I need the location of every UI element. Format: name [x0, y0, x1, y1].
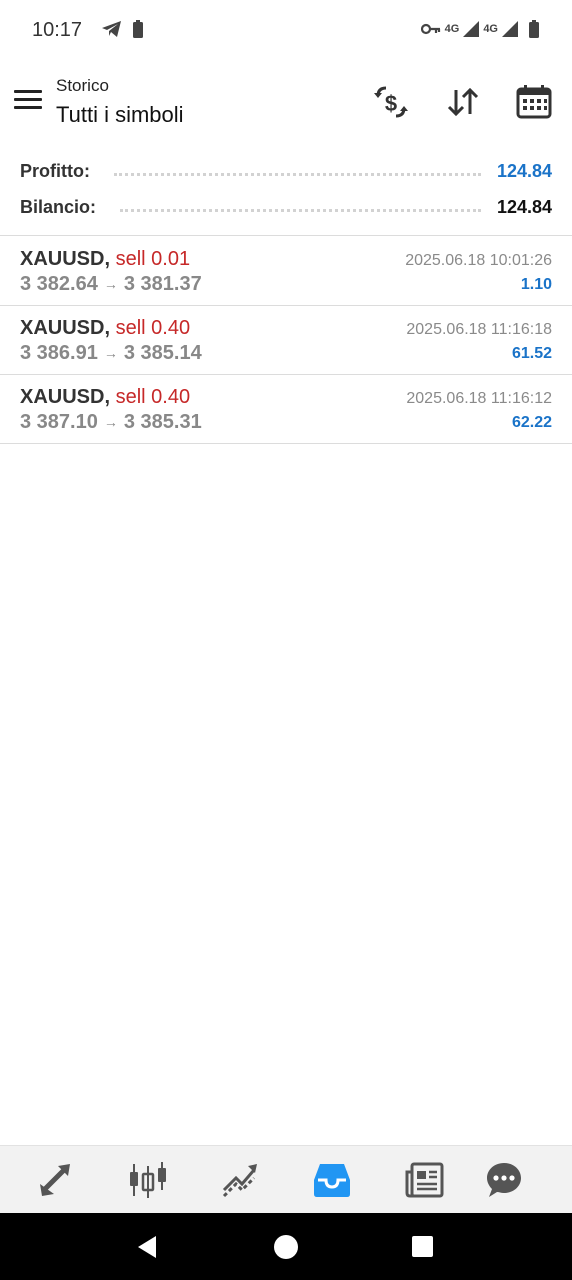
trade-profit: 62.22 [511, 414, 552, 431]
chart-icon[interactable] [128, 1160, 168, 1200]
trade-row[interactable]: XAUUSD, sell 0.40 3 386.91 → 3 385.14 2025… [0, 306, 572, 375]
signal-icon-1 [463, 21, 480, 37]
arrow-icon: → [103, 414, 118, 430]
chat-icon[interactable] [484, 1160, 524, 1200]
trade-row[interactable]: XAUUSD, sell 0.01 3 382.64 → 3 381.37 2025… [0, 237, 572, 306]
currency-exchange-icon[interactable]: $ [372, 84, 410, 120]
vpn-key-icon [420, 23, 440, 35]
close-price: 3 381.37 [123, 273, 202, 295]
trade-symbol: XAUUSD, [20, 248, 111, 270]
network-type-2: 4G [483, 23, 498, 35]
home-icon[interactable] [273, 1234, 299, 1260]
trade-date: 2025.06.18 11:16:12 [406, 390, 552, 407]
menu-icon[interactable] [14, 90, 42, 112]
trade-symbol: XAUUSD, [20, 317, 111, 339]
trade-date: 2025.06.18 11:16:18 [406, 321, 552, 338]
trade-symbol: XAUUSD, [20, 386, 111, 408]
trade-side: sell 0.40 [115, 317, 191, 339]
calendar-icon[interactable] [515, 84, 553, 120]
news-icon[interactable] [404, 1160, 444, 1200]
close-price: 3 385.31 [123, 411, 202, 433]
battery-icon [529, 20, 539, 38]
quotes-icon[interactable] [36, 1160, 76, 1200]
profit-value: 124.84 [496, 160, 552, 181]
history-icon[interactable] [312, 1160, 352, 1200]
arrow-icon: → [103, 345, 118, 361]
balance-value: 124.84 [496, 196, 552, 217]
trade-profit: 1.10 [520, 276, 552, 293]
dotted-leader [113, 172, 481, 176]
trade-profit: 61.52 [511, 345, 552, 362]
trade-side: sell 0.01 [115, 248, 191, 270]
dotted-leader [120, 208, 481, 212]
balance-row: Bilancio: 124.84 [20, 195, 552, 219]
system-navigation-bar [0, 1213, 572, 1280]
open-price: 3 386.91 [20, 342, 98, 364]
status-time: 10:17 [32, 19, 83, 41]
trade-row[interactable]: XAUUSD, sell 0.40 3 387.10 → 3 385.31 2025… [0, 375, 572, 444]
profit-label: Profitto: [20, 160, 90, 181]
app-header: Storico Tutti i simboli $ [0, 62, 572, 148]
telegram-icon [102, 21, 121, 37]
sort-icon[interactable] [444, 84, 482, 120]
recents-icon[interactable] [410, 1234, 436, 1260]
network-type-1: 4G [444, 23, 460, 35]
svg-text:$: $ [385, 91, 397, 116]
back-icon[interactable] [134, 1234, 160, 1260]
signal-icon-2 [502, 21, 518, 37]
trade-side: sell 0.40 [115, 386, 191, 408]
trade-icon[interactable] [220, 1160, 260, 1200]
status-bar: 10:17 4G 4G [0, 0, 572, 62]
open-price: 3 382.64 [20, 273, 98, 295]
profit-row: Profitto: 124.84 [20, 159, 552, 183]
bottom-navigation [0, 1145, 572, 1213]
page-title: Tutti i simboli [56, 102, 184, 127]
battery-saver-icon [133, 20, 143, 38]
arrow-icon: → [103, 276, 118, 292]
summary-panel: Profitto: 124.84 Bilancio: 124.84 [0, 150, 572, 236]
close-price: 3 385.14 [123, 342, 202, 364]
trade-date: 2025.06.18 10:01:26 [405, 252, 552, 269]
header-subtitle: Storico [56, 76, 109, 95]
open-price: 3 387.10 [20, 411, 98, 433]
balance-label: Bilancio: [20, 196, 97, 217]
